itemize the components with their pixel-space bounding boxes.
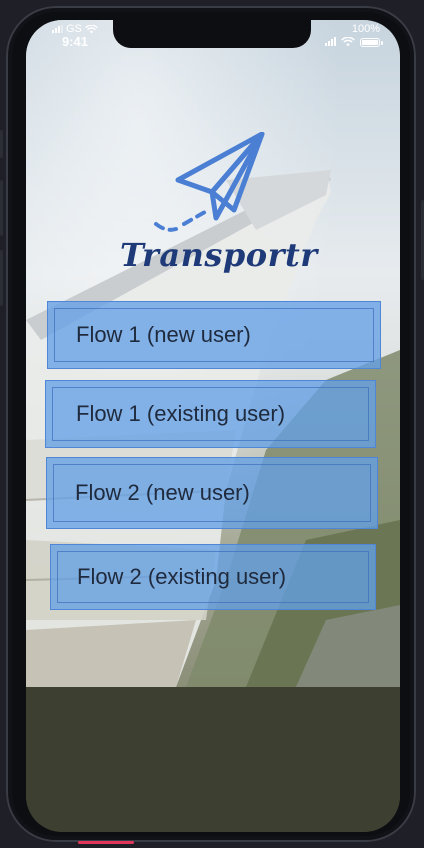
bottom-area [26, 687, 400, 832]
button-label: Flow 1 (new user) [76, 322, 251, 347]
signal-icon [52, 25, 63, 33]
battery-percent: 100% [351, 23, 380, 35]
flow-1-existing-user-button[interactable]: Flow 1 (existing user) [45, 380, 376, 448]
wifi-icon [85, 24, 98, 33]
home-indicator [78, 841, 134, 844]
status-bar-left: GS 9:41 [52, 23, 98, 48]
app-brand-name: Transportr [120, 236, 318, 274]
button-label: Flow 2 (existing user) [77, 564, 287, 589]
paper-plane-icon [154, 132, 265, 232]
volume-down-button [0, 250, 3, 306]
button-label: Flow 1 (existing user) [76, 401, 286, 426]
notch [113, 20, 311, 48]
battery-icon [360, 37, 383, 47]
flow-2-new-user-button[interactable]: Flow 2 (new user) [46, 457, 378, 529]
mute-switch [0, 130, 3, 158]
cellular-signal-icon [325, 37, 336, 46]
button-label: Flow 2 (new user) [75, 480, 250, 505]
volume-up-button [0, 180, 3, 236]
wifi-icon [341, 37, 355, 47]
flow-1-new-user-button[interactable]: Flow 1 (new user) [47, 301, 381, 369]
phone-frame: GS 9:41 100% Transportr Flow 1 (new user… [0, 0, 424, 848]
status-time: 9:41 [61, 34, 88, 49]
flow-2-existing-user-button[interactable]: Flow 2 (existing user) [50, 544, 376, 610]
status-bar-right: 100% [325, 23, 383, 47]
